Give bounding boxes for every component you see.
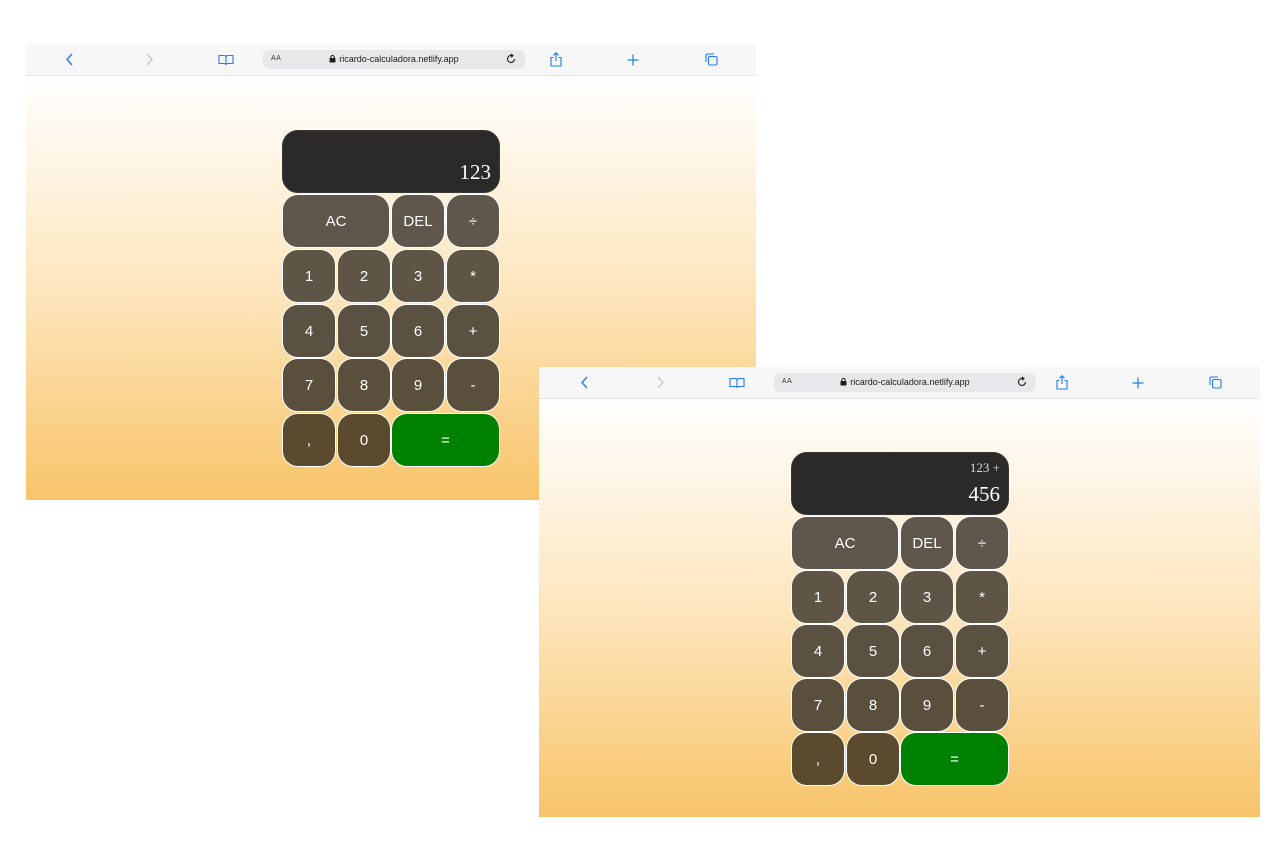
bookmarks-button[interactable] xyxy=(217,44,235,75)
digit-6-button[interactable]: 6 xyxy=(391,304,445,358)
divide-button[interactable]: ÷ xyxy=(955,516,1009,570)
reload-icon[interactable] xyxy=(505,53,517,65)
back-button[interactable] xyxy=(62,44,76,75)
digit-8-button[interactable]: 8 xyxy=(337,358,391,412)
add-button[interactable]: + xyxy=(955,624,1009,678)
divide-button[interactable]: ÷ xyxy=(446,194,500,248)
digit-2-button[interactable]: 2 xyxy=(337,249,391,303)
digit-0-button[interactable]: 0 xyxy=(337,413,391,467)
equals-button[interactable]: = xyxy=(391,413,500,467)
url-text: ricardo-calculadora.netlify.app xyxy=(850,377,970,387)
back-chevron-icon xyxy=(65,53,73,66)
forward-button[interactable] xyxy=(653,367,667,398)
book-icon xyxy=(218,54,234,65)
multiply-button[interactable]: * xyxy=(955,570,1009,624)
ac-button[interactable]: AC xyxy=(791,516,899,570)
comma-button[interactable]: , xyxy=(282,413,336,467)
tabs-icon xyxy=(1208,376,1222,389)
plus-icon xyxy=(627,54,639,65)
digit-9-button[interactable]: 9 xyxy=(900,678,954,732)
new-tab-button[interactable] xyxy=(1131,367,1145,398)
browser-toolbar: AA ricardo-calculadora.netlify.app xyxy=(26,44,756,76)
address-bar[interactable]: AA ricardo-calculadora.netlify.app xyxy=(263,50,525,69)
back-chevron-icon xyxy=(580,376,588,389)
share-button[interactable] xyxy=(549,44,563,75)
forward-chevron-icon xyxy=(656,376,664,389)
lock-icon xyxy=(840,377,847,386)
digit-9-button[interactable]: 9 xyxy=(391,358,445,412)
digit-1-button[interactable]: 1 xyxy=(282,249,336,303)
digit-4-button[interactable]: 4 xyxy=(282,304,336,358)
del-button[interactable]: DEL xyxy=(900,516,954,570)
lock-icon xyxy=(329,54,336,63)
new-tab-button[interactable] xyxy=(626,44,640,75)
comma-button[interactable]: , xyxy=(791,732,845,786)
add-button[interactable]: + xyxy=(446,304,500,358)
previous-operand: 123 + xyxy=(969,460,1000,475)
bookmarks-button[interactable] xyxy=(728,367,746,398)
back-button[interactable] xyxy=(577,367,591,398)
digit-0-button[interactable]: 0 xyxy=(846,732,900,786)
tabs-button[interactable] xyxy=(1208,367,1222,398)
equals-button[interactable]: = xyxy=(900,732,1009,786)
page-viewport: 123 + 456 AC DEL ÷ 1 2 3 * 4 5 6 + 7 8 9… xyxy=(539,399,1260,817)
forward-button[interactable] xyxy=(142,44,156,75)
digit-1-button[interactable]: 1 xyxy=(791,570,845,624)
digit-5-button[interactable]: 5 xyxy=(337,304,391,358)
tabs-button[interactable] xyxy=(704,44,718,75)
current-operand: 456 xyxy=(968,482,1001,506)
subtract-button[interactable]: - xyxy=(446,358,500,412)
digit-6-button[interactable]: 6 xyxy=(900,624,954,678)
ac-button[interactable]: AC xyxy=(282,194,390,248)
digit-4-button[interactable]: 4 xyxy=(791,624,845,678)
digit-2-button[interactable]: 2 xyxy=(846,570,900,624)
del-button[interactable]: DEL xyxy=(391,194,445,248)
tabs-icon xyxy=(704,53,718,66)
digit-8-button[interactable]: 8 xyxy=(846,678,900,732)
share-icon xyxy=(1056,375,1068,390)
address-bar[interactable]: AA ricardo-calculadora.netlify.app xyxy=(774,373,1036,392)
plus-icon xyxy=(1132,377,1144,388)
book-icon xyxy=(729,377,745,388)
digit-3-button[interactable]: 3 xyxy=(900,570,954,624)
calculator-display: 123 + 456 xyxy=(791,452,1009,515)
share-icon xyxy=(550,52,562,67)
digit-7-button[interactable]: 7 xyxy=(791,678,845,732)
digit-5-button[interactable]: 5 xyxy=(846,624,900,678)
subtract-button[interactable]: - xyxy=(955,678,1009,732)
current-operand: 123 xyxy=(459,160,492,184)
url-text: ricardo-calculadora.netlify.app xyxy=(339,54,459,64)
browser-toolbar: AA ricardo-calculadora.netlify.app xyxy=(539,367,1260,399)
reload-icon[interactable] xyxy=(1016,376,1028,388)
forward-chevron-icon xyxy=(145,53,153,66)
digit-7-button[interactable]: 7 xyxy=(282,358,336,412)
calculator-display: 123 xyxy=(282,130,500,193)
share-button[interactable] xyxy=(1055,367,1069,398)
screenshot-2: AA ricardo-calculadora.netlify.app 123 +… xyxy=(539,367,1260,817)
multiply-button[interactable]: * xyxy=(446,249,500,303)
digit-3-button[interactable]: 3 xyxy=(391,249,445,303)
